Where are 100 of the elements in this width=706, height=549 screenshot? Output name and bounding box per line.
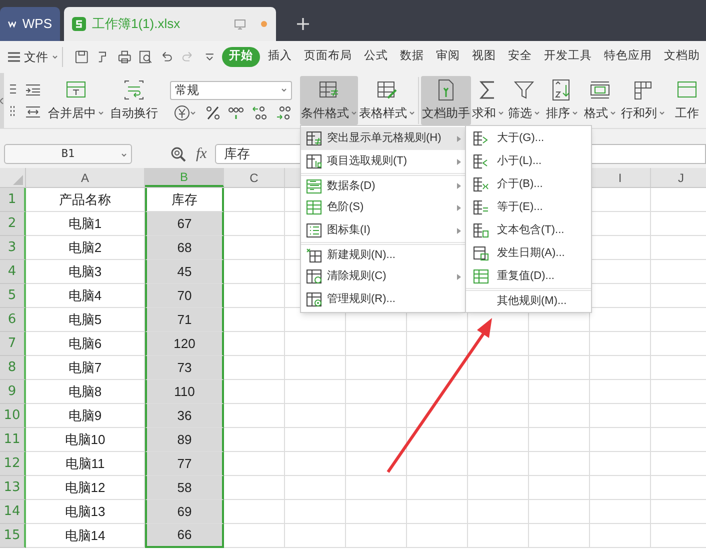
menu-tab[interactable]: 文档助 [660, 47, 704, 67]
ribbon-button[interactable]: 合并居中 [46, 76, 106, 125]
caret-icon [351, 111, 357, 115]
menu-item[interactable]: 管理规则(R)... [301, 288, 465, 311]
caret-icon [281, 88, 287, 92]
decrease-decimal-icon[interactable] [276, 106, 292, 120]
menu-item[interactable]: 清除规则(C) [301, 265, 465, 288]
file-menu[interactable]: 文件 [8, 47, 63, 67]
menu-item[interactable]: 文本包含(T)... [466, 219, 591, 242]
search-icon[interactable] [170, 146, 186, 162]
name-box[interactable]: B1 [4, 144, 132, 164]
menu-item[interactable]: 小于(L)... [466, 150, 591, 173]
menu-tab[interactable]: 审阅 [432, 47, 464, 67]
thousands-separator-icon[interactable] [228, 106, 244, 120]
table-cell: 电脑14 [26, 524, 145, 548]
table-cell: 77 [145, 452, 224, 476]
table-rule-icon [473, 177, 489, 192]
submenu-arrow-icon [457, 183, 461, 189]
save-icon[interactable] [75, 50, 88, 64]
ribbon-button[interactable]: 行和列 [619, 76, 667, 125]
menu-tab[interactable]: 页面布局 [300, 47, 356, 67]
ribbon-button[interactable]: 表格样式 [358, 76, 416, 125]
table-rule-icon [473, 269, 489, 284]
ribbon-button[interactable]: 筛选 [505, 76, 543, 125]
caret-icon [121, 153, 127, 157]
caret-icon [610, 111, 616, 115]
caret-icon [534, 111, 540, 115]
function-label[interactable]: fx [196, 142, 207, 166]
menu-item[interactable]: 其他规则(M)... [466, 288, 591, 311]
menu-item[interactable]: 等于(E)... [466, 196, 591, 219]
table-cell: 58 [145, 476, 224, 500]
table-cell: 电脑3 [26, 260, 145, 284]
menu-tab[interactable]: 视图 [468, 47, 500, 67]
menu-tab[interactable]: 插入 [264, 47, 296, 67]
table-style-icon [376, 79, 398, 101]
ribbon-button[interactable]: 文档助手 [421, 76, 471, 125]
column-header[interactable]: J [651, 168, 706, 187]
table-cell: 73 [145, 356, 224, 380]
table-cell: 电脑11 [26, 452, 145, 476]
format-grid-icon [589, 79, 611, 101]
align-icon[interactable] [10, 84, 16, 96]
table-cell: 电脑1 [26, 212, 145, 236]
ribbon-button[interactable]: 求和 [471, 76, 505, 125]
distribute-icon[interactable] [26, 106, 40, 118]
table-cell: 产品名称 [26, 188, 145, 212]
new-tab-icon[interactable] [296, 17, 310, 31]
menu-item[interactable]: 大于(G)... [466, 127, 591, 150]
table-rule-icon [306, 292, 322, 307]
menu-item[interactable]: 色阶(S) [301, 196, 465, 219]
table-cell: 电脑6 [26, 332, 145, 356]
menu-tab[interactable]: 特色应用 [600, 47, 656, 67]
caret-icon [409, 111, 415, 115]
submenu-arrow-icon [457, 228, 461, 234]
table-cell: 电脑13 [26, 500, 145, 524]
submenu-arrow-icon [457, 274, 461, 280]
table-rule-icon [473, 131, 489, 146]
submenu-arrow-icon [457, 204, 461, 210]
w-logo-icon [8, 19, 16, 29]
table-cell: 67 [145, 212, 224, 236]
ribbon-button[interactable]: 工作 [667, 76, 706, 125]
unsaved-dot-icon [260, 20, 268, 28]
menu-tab[interactable]: 公式 [360, 47, 392, 67]
table-cell: 电脑9 [26, 404, 145, 428]
menu-item[interactable]: 突出显示单元格规则(H) [301, 127, 465, 150]
number-format-dropdown[interactable]: 常规 [170, 80, 292, 100]
rows-columns-icon [632, 79, 654, 101]
menu-item[interactable]: 图标集(I) [301, 219, 465, 242]
menu-item[interactable]: 介于(B)... [466, 173, 591, 196]
table-cell: 电脑8 [26, 380, 145, 404]
table-cell: 89 [145, 428, 224, 452]
ribbon-button[interactable]: 自动换行 [106, 76, 162, 125]
tab[interactable]: WPS [0, 7, 60, 41]
menu-item[interactable]: 项目选取规则(T) [301, 150, 465, 173]
print-icon[interactable] [118, 50, 131, 64]
caret-icon [659, 111, 665, 115]
align-icon[interactable] [10, 106, 16, 118]
undo-icon[interactable] [160, 50, 174, 64]
menu-item[interactable]: 重复值(D)... [466, 265, 591, 288]
increase-decimal-icon[interactable] [252, 106, 268, 120]
ribbon-button[interactable]: 排序 [543, 76, 581, 125]
percent-icon[interactable] [206, 106, 220, 120]
caret-icon [572, 111, 578, 115]
table-cell: 36 [145, 404, 224, 428]
ribbon-button[interactable]: 格式 [581, 76, 619, 125]
menu-tab[interactable]: 开发工具 [540, 47, 596, 67]
menu-item[interactable]: 发生日期(A)... [466, 242, 591, 265]
menu-tab[interactable]: 数据 [396, 47, 428, 67]
table-cell: 70 [145, 284, 224, 308]
table-rule-icon [306, 248, 322, 262]
table-cell: 电脑5 [26, 308, 145, 332]
print-preview-icon[interactable] [138, 50, 152, 64]
submenu-arrow-icon [457, 158, 461, 164]
ribbon-button[interactable]: 条件格式 [300, 76, 358, 125]
menu-tab[interactable]: 安全 [504, 47, 536, 67]
currency-icon[interactable] [174, 104, 198, 120]
table-rule-icon [306, 200, 322, 215]
menu-icon [8, 52, 20, 62]
table-cell: 110 [145, 380, 224, 404]
column-header[interactable]: C [224, 168, 285, 187]
indent-icon[interactable] [26, 84, 40, 96]
